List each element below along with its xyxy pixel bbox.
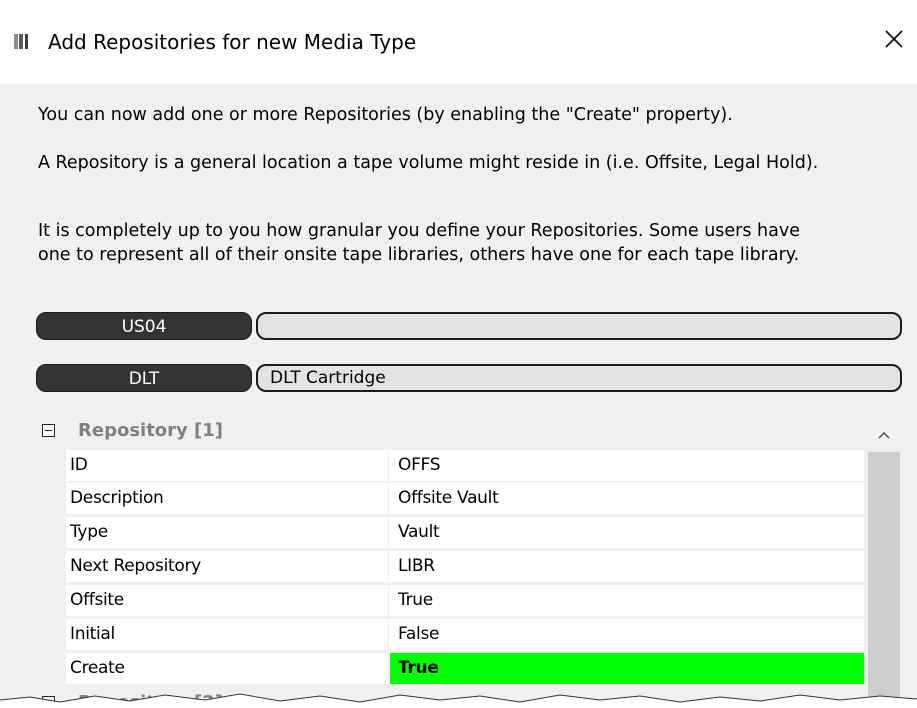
intro-line-4: one to represent all of their onsite tap… [38, 245, 800, 265]
property-row-offsite[interactable]: Offsite True [66, 585, 864, 617]
intro-line-3: It is completely up to you how granular … [38, 221, 800, 241]
library-value [256, 312, 902, 340]
property-value[interactable]: OFFS [390, 450, 864, 481]
media-type-value: DLT Cartridge [256, 364, 902, 392]
intro-line-2: A Repository is a general location a tap… [38, 153, 819, 173]
scroll-up-button[interactable] [864, 416, 904, 450]
property-value[interactable]: True [390, 585, 864, 616]
close-icon [885, 30, 903, 52]
property-row-initial[interactable]: Initial False [66, 619, 864, 651]
property-row-create[interactable]: Create True [66, 653, 864, 685]
close-button[interactable] [871, 18, 917, 64]
property-name: Type [66, 517, 389, 548]
torn-edge [0, 693, 917, 708]
property-name: ID [66, 450, 389, 481]
property-name: Initial [66, 619, 389, 650]
property-value[interactable]: Vault [390, 517, 864, 548]
category-repository-1[interactable]: Repository [1] [36, 416, 864, 448]
property-name: Create [66, 653, 389, 684]
property-value-create[interactable]: True [390, 653, 864, 684]
media-type-label: DLT [36, 364, 252, 392]
property-name: Description [66, 483, 389, 514]
property-row-description[interactable]: Description Offsite Vault [66, 483, 864, 515]
chevron-up-icon [878, 424, 890, 443]
property-row-type[interactable]: Type Vault [66, 517, 864, 549]
category-label: Repository [1] [78, 420, 224, 441]
title-bar[interactable]: Add Repositories for new Media Type [0, 0, 917, 84]
library-field-row: US04 [36, 312, 904, 342]
collapse-icon[interactable] [42, 424, 55, 437]
property-row-id[interactable]: ID OFFS [66, 450, 864, 482]
library-label: US04 [36, 312, 252, 340]
property-row-next-repository[interactable]: Next Repository LIBR [66, 551, 864, 583]
property-grid[interactable]: Repository [1] ID OFFS Description Offsi… [36, 416, 904, 708]
property-value[interactable]: False [390, 619, 864, 650]
dialog-window: Add Repositories for new Media Type You … [0, 0, 917, 708]
property-value[interactable]: Offsite Vault [390, 483, 864, 514]
media-type-field-row: DLT DLT Cartridge [36, 364, 904, 394]
property-name: Offsite [66, 585, 389, 616]
window-title: Add Repositories for new Media Type [48, 30, 417, 54]
intro-line-1: You can now add one or more Repositories… [38, 105, 733, 125]
property-value[interactable]: LIBR [390, 551, 864, 582]
property-name: Next Repository [66, 551, 389, 582]
scrollbar-thumb[interactable] [868, 452, 900, 708]
vertical-scrollbar[interactable] [864, 416, 904, 708]
app-icon [14, 33, 36, 51]
